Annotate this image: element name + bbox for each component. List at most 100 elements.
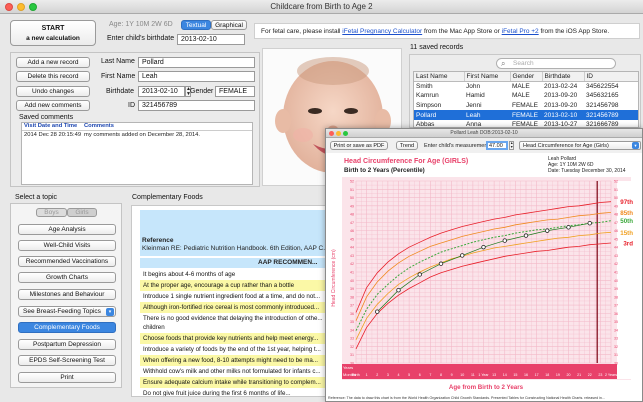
y-tick-label: 52: [350, 180, 354, 184]
measurement-point: [460, 253, 465, 258]
table-row[interactable]: 2014 Dec 28 20:15:49 my comments added o…: [22, 132, 252, 140]
trend-button[interactable]: Trend: [396, 141, 418, 150]
table-cell: 321456798: [586, 102, 619, 110]
chart-type-dropdown[interactable]: Head Circumference for Age (Girls) ▾: [519, 141, 641, 150]
topic-well-child-visits[interactable]: Well-Child Visits: [18, 240, 116, 251]
aap-header-text: AAP RECOMMEN...: [258, 259, 318, 266]
y-tick-label: 33: [350, 337, 354, 341]
measurement-point: [438, 261, 444, 266]
banner-text-end: from the iOS App Store.: [538, 28, 610, 35]
x-tick-label: 17: [535, 373, 539, 377]
reference-box: Reference Kleinman RE: Pediatric Nutriti…: [140, 210, 330, 256]
measurement-point: [523, 233, 529, 238]
food-row: At the proper age, encourage a cup rathe…: [140, 280, 330, 291]
last-name-field[interactable]: Pollard: [138, 57, 255, 68]
search-placeholder: Search: [513, 60, 534, 67]
y-tick-label-right: 35: [614, 320, 618, 324]
birthdate-input[interactable]: 2013-02-10: [177, 34, 245, 45]
y-tick-label: 46: [350, 229, 354, 233]
patient-date: Date: Tuesday December 30, 2014: [548, 168, 626, 174]
x-tick-label: 22: [588, 373, 592, 377]
column-header[interactable]: Last Name: [414, 72, 465, 83]
topic-postpartum-depression[interactable]: Postpartum Depression: [18, 339, 116, 350]
topic-breast-feeding-dropdown[interactable]: See Breast-Feeding Topics ▾: [18, 306, 116, 317]
minimize-window-button[interactable]: [17, 3, 25, 11]
food-row: Do not give fruit juice during the first…: [140, 388, 330, 396]
measurement-point: [545, 228, 550, 233]
tab-graphical[interactable]: Graphical: [211, 20, 247, 30]
table-row[interactable]: Simpson Jenni FEMALE 2013-09-20 321456798: [414, 101, 638, 111]
topic-age-analysis[interactable]: Age Analysis: [18, 224, 116, 235]
table-row-selected[interactable]: Pollard Leah FEMALE 2013-02-10 321456789: [414, 110, 638, 120]
table-row[interactable]: Abbas Anna FEMALE 2013-10-27 321666789: [414, 120, 638, 128]
print-button[interactable]: Print: [18, 372, 116, 383]
column-header[interactable]: Gender: [510, 72, 543, 83]
first-name-field[interactable]: Leah: [138, 71, 255, 82]
gender-field[interactable]: FEMALE: [215, 86, 255, 97]
x-tick-label: 2 Years: [605, 373, 617, 377]
measurement-stepper[interactable]: ▲ ▼: [509, 141, 514, 150]
topic-recommended-vaccinations[interactable]: Recommended Vaccinations: [18, 256, 116, 267]
y-tick-label-right: 41: [614, 271, 618, 275]
y-tick-label: 40: [350, 279, 354, 283]
comments-table[interactable]: Visit Date and Time Comments 2014 Dec 28…: [21, 122, 253, 185]
print-pdf-button[interactable]: Print or save as PDF: [330, 141, 388, 150]
measurement-point: [417, 272, 422, 277]
search-input[interactable]: ⌕ Search: [496, 58, 616, 69]
tab-textual[interactable]: Textual: [181, 20, 211, 30]
y-tick-label-right: 38: [614, 295, 618, 299]
add-record-button[interactable]: Add a new record: [16, 57, 90, 68]
food-row: When offering a new food, 8-10 attempts …: [140, 355, 330, 366]
id-field[interactable]: 321456789: [138, 100, 255, 111]
column-header[interactable]: ID: [584, 72, 638, 83]
close-chart-window-button[interactable]: [329, 131, 334, 136]
ifetal-pro-link[interactable]: iFetal Pro +2: [502, 28, 539, 35]
id-label: ID: [128, 102, 135, 109]
x-tick-label: 4: [398, 373, 400, 377]
complementary-foods-title: Complementary Foods: [132, 194, 203, 201]
record-birthdate-field[interactable]: 2013-02-10: [138, 86, 185, 97]
reference-label: Reference: [142, 237, 174, 244]
x-tick-label: 1: [366, 373, 368, 377]
age-label: Age: 1Y 10M 2W 6D: [109, 21, 173, 28]
saved-records-count: 11 saved records: [410, 44, 464, 51]
x-tick-label: 19: [556, 373, 560, 377]
comments-header-date: Visit Date and Time: [24, 123, 78, 129]
table-cell: FEMALE: [512, 102, 539, 110]
topic-growth-charts[interactable]: Growth Charts: [18, 272, 116, 283]
table-cell: 345632165: [586, 92, 619, 100]
topic-milestones[interactable]: Milestones and Behaviour: [18, 289, 116, 300]
column-header[interactable]: First Name: [464, 72, 511, 83]
undo-changes-button[interactable]: Undo changes: [16, 86, 90, 97]
close-window-button[interactable]: [5, 3, 13, 11]
add-comments-button[interactable]: Add new comments: [16, 100, 90, 111]
zoom-window-button[interactable]: [29, 3, 37, 11]
zoom-chart-window-button[interactable]: [343, 131, 348, 136]
aap-header: AAP RECOMMEN...: [140, 258, 330, 268]
records-table[interactable]: Last Name First Name Gender Birthdate ID…: [413, 71, 639, 128]
start-new-calculation-button[interactable]: START a new calculation: [10, 20, 96, 46]
table-cell: FEMALE: [512, 121, 539, 128]
boys-toggle[interactable]: Boys: [36, 208, 67, 217]
ifetal-calculator-link[interactable]: iFetal Pregnancy Calculator: [342, 28, 422, 35]
table-row[interactable]: Kamrun Hamid MALE 2013-09-20 345632165: [414, 91, 638, 101]
y-tick-label: 36: [350, 312, 354, 316]
table-row[interactable]: Smith John MALE 2013-02-24 345622554: [414, 82, 638, 92]
delete-record-button[interactable]: Delete this record: [16, 71, 90, 82]
breast-feeding-label: See Breast-Feeding Topics: [23, 308, 101, 315]
last-name-label: Last Name: [101, 58, 135, 65]
y-tick-label-right: 36: [614, 312, 618, 316]
measurement-point: [481, 244, 486, 250]
measurement-input[interactable]: 47.00: [486, 141, 508, 150]
food-row: Although iron-fortified rice cereal is m…: [140, 302, 330, 313]
table-cell: Kamrun: [416, 92, 439, 100]
table-cell: Simpson: [416, 102, 442, 110]
column-header[interactable]: Birthdate: [542, 72, 585, 83]
table-cell: Jenni: [466, 102, 482, 110]
y-tick-label-right: 40: [614, 279, 618, 283]
topic-complementary-foods[interactable]: Complementary Foods: [18, 322, 116, 333]
topic-epds-test[interactable]: EPDS Self-Screening Test: [18, 355, 116, 366]
table-cell: MALE: [512, 83, 530, 91]
girls-toggle[interactable]: Girls: [67, 208, 97, 217]
minimize-chart-window-button[interactable]: [336, 131, 341, 136]
